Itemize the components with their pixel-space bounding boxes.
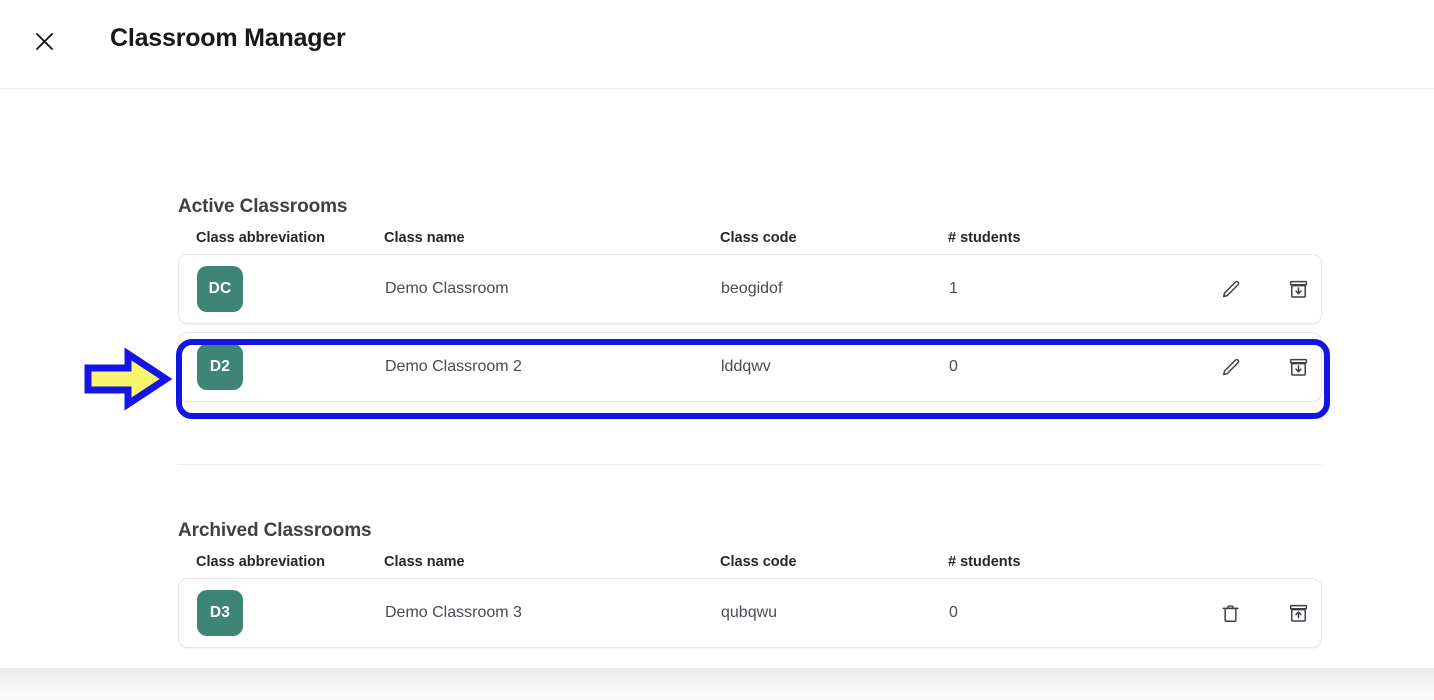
table-row[interactable]: D3 Demo Classroom 3 qubqwu 0 <box>178 578 1322 648</box>
page-content: Active Classrooms Class abbreviation Cla… <box>0 90 1434 668</box>
row-actions <box>1211 354 1341 380</box>
delete-icon[interactable] <box>1217 600 1243 626</box>
page-title: Classroom Manager <box>110 24 346 52</box>
close-icon[interactable] <box>30 27 58 55</box>
student-count: 0 <box>949 604 958 621</box>
class-name: Demo Classroom <box>385 280 509 297</box>
avatar: DC <box>197 266 243 312</box>
page-header: Classroom Manager <box>0 0 1434 89</box>
column-header-name: Class name <box>384 554 465 570</box>
archived-section-title: Archived Classrooms <box>178 520 372 541</box>
avatar: D3 <box>197 590 243 636</box>
archive-icon[interactable] <box>1285 276 1311 302</box>
column-header-name: Class name <box>384 230 465 246</box>
class-code: qubqwu <box>721 604 778 621</box>
class-name: Demo Classroom 3 <box>385 604 522 621</box>
table-row[interactable]: D2 Demo Classroom 2 lddqwv 0 <box>178 332 1322 402</box>
table-row[interactable]: DC Demo Classroom beogidof 1 <box>178 254 1322 324</box>
edit-icon[interactable] <box>1217 276 1243 302</box>
classroom-manager-page: Classroom Manager Active Classrooms Clas… <box>0 0 1434 700</box>
class-code: beogidof <box>721 280 783 297</box>
column-header-code: Class code <box>720 554 797 570</box>
edit-icon[interactable] <box>1217 354 1243 380</box>
archive-icon[interactable] <box>1285 354 1311 380</box>
active-classrooms-section: Active Classrooms Class abbreviation Cla… <box>178 196 1322 410</box>
column-header-abbreviation: Class abbreviation <box>196 554 325 570</box>
unarchive-icon[interactable] <box>1285 600 1311 626</box>
avatar: D2 <box>197 344 243 390</box>
active-section-title: Active Classrooms <box>178 196 348 217</box>
column-header-students: # students <box>948 554 1021 570</box>
student-count: 1 <box>949 280 958 297</box>
class-code: lddqwv <box>721 358 771 375</box>
column-header-students: # students <box>948 230 1021 246</box>
student-count: 0 <box>949 358 958 375</box>
section-divider <box>178 464 1322 465</box>
row-actions <box>1211 600 1341 626</box>
active-table-header: Class abbreviation Class name Class code… <box>178 230 1322 246</box>
column-header-abbreviation: Class abbreviation <box>196 230 325 246</box>
column-header-code: Class code <box>720 230 797 246</box>
row-actions <box>1211 276 1341 302</box>
archived-table-header: Class abbreviation Class name Class code… <box>178 554 1322 570</box>
archived-classrooms-section: Archived Classrooms Class abbreviation C… <box>178 520 1322 656</box>
bottom-fade <box>0 668 1434 700</box>
class-name: Demo Classroom 2 <box>385 358 522 375</box>
